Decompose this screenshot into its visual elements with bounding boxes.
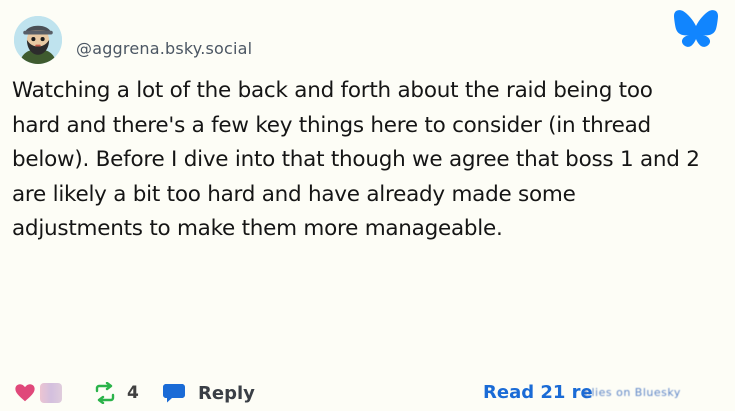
repost-count: 4 [127, 383, 139, 403]
reply-button[interactable]: Reply [162, 382, 255, 404]
bluesky-butterfly-icon[interactable] [673, 8, 719, 48]
bearded-man-avatar-icon [14, 16, 62, 64]
post-line: adjustments to make them more manageable… [12, 216, 503, 241]
read-replies-tail: plies on Bluesky [584, 386, 681, 399]
post-body: Watching a lot of the back and forth abo… [12, 74, 712, 247]
author-handle[interactable]: @aggrena.bsky.social [76, 39, 252, 58]
reply-label: Reply [198, 382, 255, 404]
post-header: @aggrena.bsky.social [12, 10, 252, 70]
post-line: Watching a lot of the back and forth abo… [12, 78, 653, 103]
post-line: below). Before I dive into that though w… [12, 147, 700, 172]
post-line: hard and there's a few key things here t… [12, 112, 651, 138]
speech-bubble-icon [163, 384, 185, 403]
read-replies-link[interactable]: Read 21 re [483, 382, 593, 403]
repost-button[interactable]: 4 [93, 382, 139, 404]
avatar[interactable] [12, 14, 64, 66]
repost-icon [95, 382, 115, 404]
like-button[interactable] [14, 382, 62, 404]
heart-icon [15, 384, 35, 402]
blurred-like-count [40, 383, 62, 403]
post-line: are likely a bit too hard and have alrea… [12, 181, 576, 207]
